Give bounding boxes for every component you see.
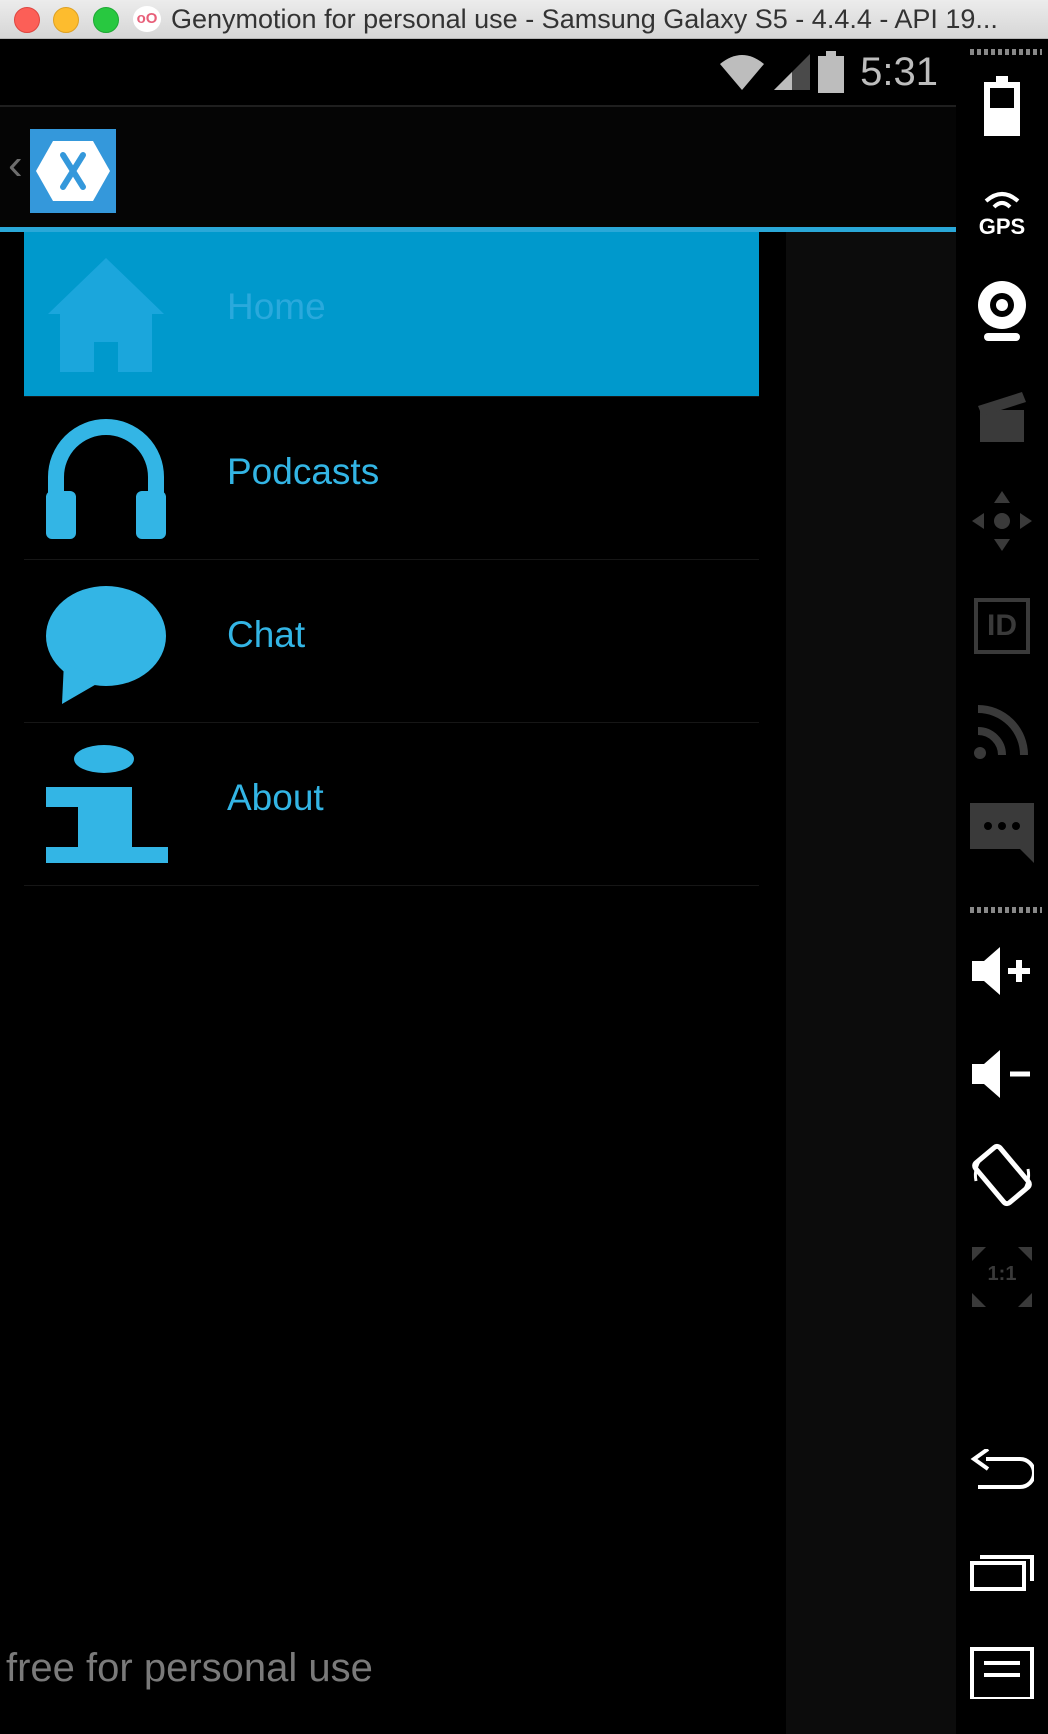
- rotate-icon[interactable]: [970, 1143, 1034, 1207]
- recent-apps-icon[interactable]: [970, 1539, 1034, 1603]
- battery-icon[interactable]: [970, 74, 1034, 138]
- genymotion-toolbar: GPS ID 1:1: [956, 39, 1048, 1734]
- gps-icon[interactable]: GPS: [970, 177, 1034, 247]
- battery-status-icon: [818, 51, 845, 93]
- scale-icon[interactable]: 1:1: [970, 1245, 1034, 1309]
- wifi-signal-icon[interactable]: [970, 699, 1034, 763]
- navigation-drawer: Home Podcasts Chat About: [24, 232, 759, 1734]
- minimize-window-button[interactable]: [53, 7, 79, 33]
- action-bar: ‹: [0, 107, 956, 232]
- menu-item-label: About: [227, 777, 324, 818]
- watermark-text: free for personal use: [6, 1646, 373, 1690]
- id-icon[interactable]: ID: [970, 594, 1034, 658]
- wifi-icon: [720, 55, 765, 90]
- info-icon: [46, 745, 168, 863]
- content-behind-drawer[interactable]: [786, 232, 956, 1734]
- menu-item-label: Chat: [227, 614, 306, 655]
- xamarin-logo[interactable]: [30, 129, 116, 213]
- status-clock: 5:31: [860, 49, 938, 94]
- android-screen: 5:31 ‹ Home Podcasts Chat About free for…: [0, 39, 956, 1734]
- back-icon[interactable]: [970, 1439, 1034, 1503]
- menu-item-podcasts[interactable]: Podcasts: [24, 397, 759, 560]
- headphones-icon: [46, 419, 166, 539]
- gps-label: GPS: [978, 213, 1026, 239]
- drawer-toggle-chevron-icon[interactable]: ‹: [8, 135, 23, 195]
- menu-item-label: Home: [227, 286, 326, 327]
- window-title: Genymotion for personal use - Samsung Ga…: [171, 4, 998, 34]
- webcam-icon[interactable]: [970, 279, 1034, 343]
- menu-item-home[interactable]: Home: [24, 232, 759, 397]
- home-icon: [48, 258, 164, 372]
- window-titlebar: oO Genymotion for personal use - Samsung…: [0, 0, 1048, 39]
- scale-label: 1:1: [987, 1263, 1017, 1285]
- menu-item-chat[interactable]: Chat: [24, 560, 759, 723]
- clapper-icon[interactable]: [970, 384, 1034, 448]
- menu-item-about[interactable]: About: [24, 723, 759, 886]
- menu-icon[interactable]: [970, 1637, 1034, 1701]
- close-window-button[interactable]: [14, 7, 40, 33]
- menu-item-label: Podcasts: [227, 451, 380, 492]
- chat-bubble-icon: [46, 586, 166, 704]
- dpad-icon[interactable]: [970, 489, 1034, 553]
- volume-up-icon[interactable]: [970, 939, 1034, 1003]
- status-bar: 5:31: [0, 39, 956, 107]
- genymotion-app-icon: oO: [133, 6, 161, 32]
- toolbar-separator: [970, 49, 1042, 55]
- sms-icon[interactable]: [970, 799, 1034, 863]
- toolbar-separator: [970, 907, 1042, 913]
- volume-down-icon[interactable]: [970, 1042, 1034, 1106]
- cell-signal-icon: [774, 54, 811, 90]
- maximize-window-button[interactable]: [93, 7, 119, 33]
